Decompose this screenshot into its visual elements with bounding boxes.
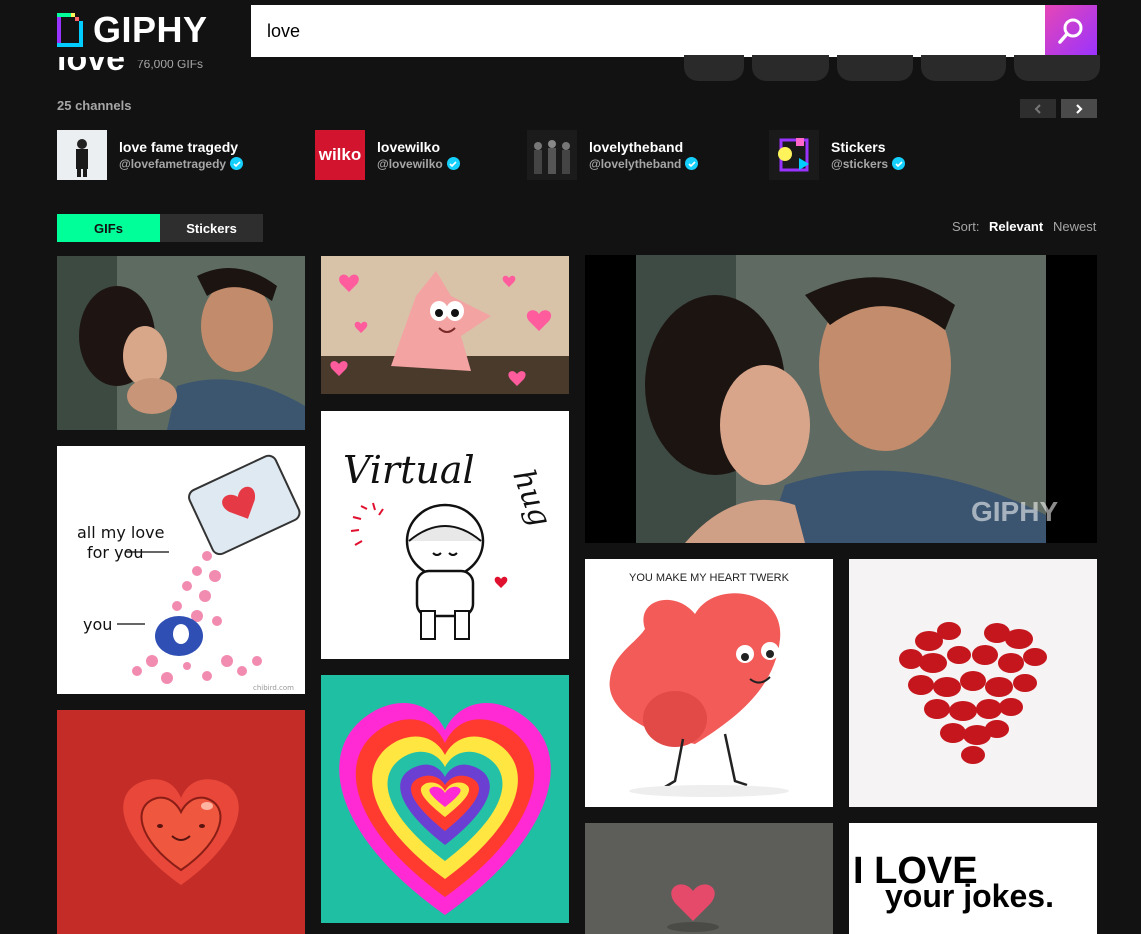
gif-tile-heart-twerk[interactable]: YOU MAKE MY HEART TWERK: [585, 559, 833, 807]
gif-tile-kiss-large[interactable]: GIPHY: [585, 255, 1097, 543]
verified-badge-icon: [446, 157, 460, 170]
giphy-wordmark: GIPHY: [93, 9, 208, 50]
gif-tile-love-jokes[interactable]: I LOVE your jokes.: [849, 823, 1097, 934]
giphy-watermark: GIPHY: [971, 496, 1058, 527]
channels-count: 25 channels: [57, 98, 132, 113]
channel-avatar: wilko: [315, 130, 365, 180]
verified-badge-icon: [892, 157, 906, 170]
sort-label: Sort:: [952, 219, 980, 234]
gif-tile-rainbow-heart[interactable]: [321, 675, 569, 923]
channel-avatar: [769, 130, 819, 180]
gif-tile-rose-petals[interactable]: [849, 559, 1097, 807]
gif-tile-all-my-love[interactable]: all my love for you you chibird.com: [57, 446, 305, 694]
channel-lovelytheband[interactable]: lovelytheband @lovelytheband: [527, 130, 699, 180]
channels-prev-button[interactable]: [1020, 99, 1056, 118]
sort-newest[interactable]: Newest: [1053, 219, 1096, 234]
giphy-logo[interactable]: GIPHY: [57, 12, 208, 48]
search-input[interactable]: [251, 5, 1045, 57]
channel-stickers[interactable]: Stickers @stickers: [769, 130, 906, 180]
wilko-logo: wilko: [318, 145, 362, 164]
chevron-left-icon: [1034, 103, 1041, 114]
search-button[interactable]: [1045, 5, 1097, 57]
sort-relevant[interactable]: Relevant: [989, 219, 1043, 234]
gif-tile-knitted-heart[interactable]: [585, 823, 833, 934]
gif-credit: chibird.com: [253, 684, 294, 692]
channel-name: lovelytheband: [589, 138, 684, 155]
gif-tile-virtual-hug[interactable]: Virtual hug: [321, 411, 569, 659]
verified-badge-icon: [230, 157, 244, 170]
giphy-logo-icon: [57, 13, 83, 47]
gif-tile-kiss[interactable]: [57, 256, 305, 430]
channel-handle: @stickers: [831, 156, 906, 172]
gif-caption: YOU MAKE MY HEART TWERK: [629, 572, 790, 584]
channel-avatar: [57, 130, 107, 180]
channel-handle: @lovewilko: [377, 156, 460, 172]
tab-stickers[interactable]: Stickers: [160, 214, 263, 242]
related-tag-pill[interactable]: [921, 55, 1006, 81]
gif-tile-patrick[interactable]: [321, 256, 569, 394]
search-bar: [251, 5, 1097, 57]
results-title: love: [57, 57, 125, 71]
channels-next-button[interactable]: [1061, 99, 1097, 118]
channel-handle: @lovefametragedy: [119, 156, 244, 172]
gif-caption: you: [83, 615, 112, 634]
channel-love-fame-tragedy[interactable]: love fame tragedy @lovefametragedy: [57, 130, 244, 180]
search-icon: [1058, 18, 1083, 44]
related-tag-pill[interactable]: [752, 55, 829, 81]
related-tag-pill[interactable]: [1014, 55, 1100, 81]
gif-caption: for you: [87, 543, 143, 562]
chevron-right-icon: [1076, 103, 1083, 114]
gif-caption: Virtual: [343, 448, 475, 492]
tab-gifs[interactable]: GIFs: [57, 214, 160, 242]
related-tag-pill[interactable]: [684, 55, 744, 81]
channel-handle: @lovelytheband: [589, 156, 699, 172]
channel-name: love fame tragedy: [119, 138, 239, 155]
gif-tile-red-heart[interactable]: [57, 710, 305, 934]
gif-caption: all my love: [77, 523, 164, 542]
channel-name: lovewilko: [377, 138, 441, 155]
gif-caption: your jokes.: [885, 878, 1054, 914]
channel-name: Stickers: [831, 138, 886, 155]
related-tag-pill[interactable]: [837, 55, 913, 81]
channel-lovewilko[interactable]: wilko lovewilko @lovewilko: [315, 130, 460, 180]
results-count: 76,000 GIFs: [137, 60, 204, 70]
verified-badge-icon: [685, 157, 699, 170]
channel-avatar: [527, 130, 577, 180]
